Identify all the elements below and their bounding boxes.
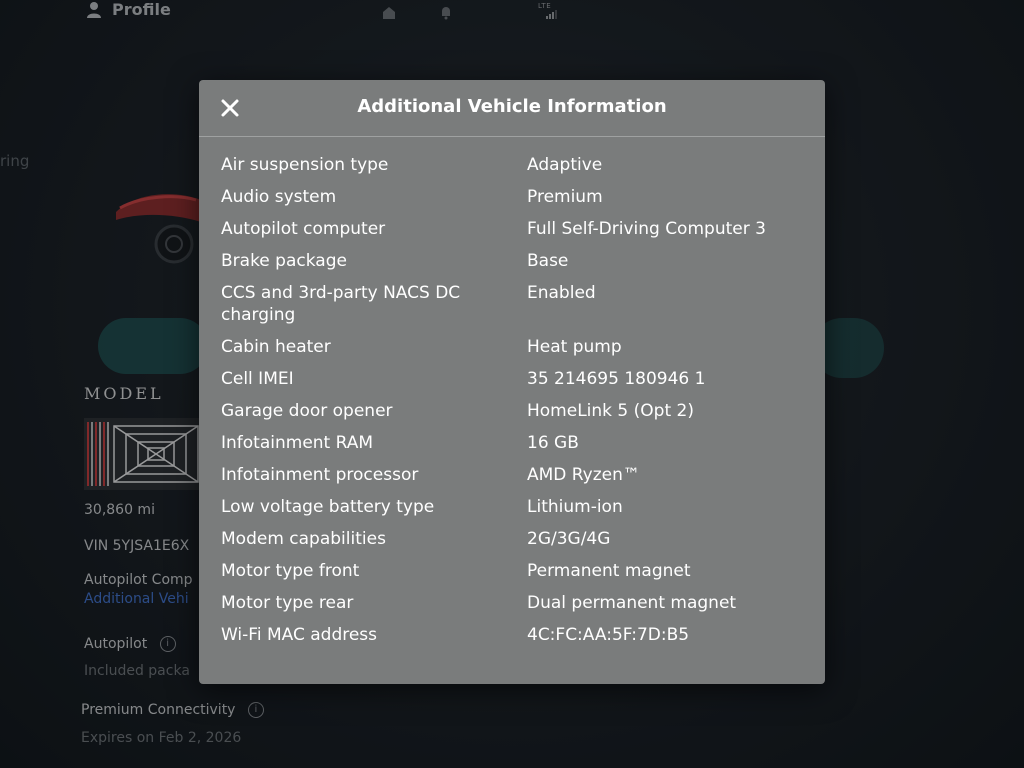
info-row-value: 16 GB [527,433,579,453]
vehicle-info-table: Air suspension type Adaptive Audio system P… [221,154,801,656]
info-row: Infotainment RAM 16 GB [221,432,801,464]
info-row-label: Cell IMEI [221,369,294,389]
info-icon[interactable]: i [159,636,176,652]
info-row: Air suspension type Adaptive [221,154,801,186]
autopilot-computer-label: Autopilot Comp [84,572,193,588]
info-row: Autopilot computer Full Self-Driving Comp… [221,218,801,250]
info-row-label: Infotainment processor [221,465,419,485]
info-row: Infotainment processor AMD Ryzen™ [221,464,801,496]
bell-icon[interactable] [438,4,454,20]
info-row: Cell IMEI 35 214695 180946 1 [221,368,801,400]
premium-connectivity-label: Premium Connectivity [81,702,236,718]
vin-text: VIN 5YJSA1E6X [84,538,190,554]
info-row: Garage door opener HomeLink 5 (Opt 2) [221,400,801,432]
info-row: Motor type front Permanent magnet [221,560,801,592]
car-image [116,194,201,264]
included-package-text: Included packa [84,663,190,679]
info-row-value: Premium [527,187,603,207]
info-row: Cabin heater Heat pump [221,336,801,368]
info-row-label: Motor type rear [221,593,354,613]
info-row-value: 4C:FC:AA:5F:7D:B5 [527,625,690,645]
info-row-label: Air suspension type [221,155,389,175]
signal-strength-icon [546,10,557,19]
info-row-value: Dual permanent magnet [527,593,737,613]
home-icon[interactable] [381,4,397,20]
vehicle-summary-panel: ring MODEL 30,860 mi VIN 5YJSA1E6X Autop… [0,0,208,768]
info-row: Wi-Fi MAC address 4C:FC:AA:5F:7D:B5 [221,624,801,656]
autopilot-row[interactable]: Autopilot i [84,636,176,652]
info-row-label: Low voltage battery type [221,497,435,517]
info-icon[interactable]: i [247,702,264,718]
info-row-value: 2G/3G/4G [527,529,611,549]
info-row: Brake package Base [221,250,801,282]
info-row: Modem capabilities 2G/3G/4G [221,528,801,560]
info-row-label: CCS and 3rd-party NACS DC charging [221,283,461,325]
model-logo: MODEL [84,384,164,403]
info-row-value: AMD Ryzen™ [527,465,640,485]
info-row: Low voltage battery type Lithium-ion [221,496,801,528]
info-row-value: Enabled [527,283,596,303]
info-row-value: HomeLink 5 (Opt 2) [527,401,694,421]
info-row-label: Cabin heater [221,337,331,357]
info-row-label: Garage door opener [221,401,393,421]
info-row: Audio system Premium [221,186,801,218]
info-row: Motor type rear Dual permanent magnet [221,592,801,624]
info-row-label: Brake package [221,251,347,271]
lte-label: LTE [538,2,552,10]
odometer: 30,860 mi [84,502,155,518]
premium-expiry-text: Expires on Feb 2, 2026 [81,730,242,746]
dialog-title: Additional Vehicle Information [357,96,667,117]
info-row-label: Infotainment RAM [221,433,374,453]
premium-connectivity-row[interactable]: Premium Connectivity i [81,702,264,718]
info-row-label: Wi-Fi MAC address [221,625,378,645]
info-row-value: Lithium-ion [527,497,623,517]
additional-vehicle-info-dialog: Additional Vehicle Information Air suspe… [199,80,825,684]
info-row-value: 35 214695 180946 1 [527,369,706,389]
teal-highlight [98,318,208,374]
info-row-label: Autopilot computer [221,219,386,239]
info-row-label: Audio system [221,187,337,207]
info-row-value: Full Self-Driving Computer 3 [527,219,766,239]
dialog-header: Additional Vehicle Information [199,80,825,137]
info-row-value: Permanent magnet [527,561,691,581]
partial-side-text: ring [0,152,30,170]
model-badge-art [84,418,200,490]
info-row-label: Modem capabilities [221,529,386,549]
info-row-value: Adaptive [527,155,603,175]
additional-vehicle-info-link[interactable]: Additional Vehi [84,591,189,607]
autopilot-label: Autopilot [84,636,148,652]
info-row-label: Motor type front [221,561,360,581]
vehicle-info-screen: Profile LTE ring MODEL 30,860 mi VIN 5YJ… [0,0,1024,768]
info-row-value: Heat pump [527,337,622,357]
info-row: CCS and 3rd-party NACS DC charging Enable… [221,282,801,336]
info-row-value: Base [527,251,569,271]
